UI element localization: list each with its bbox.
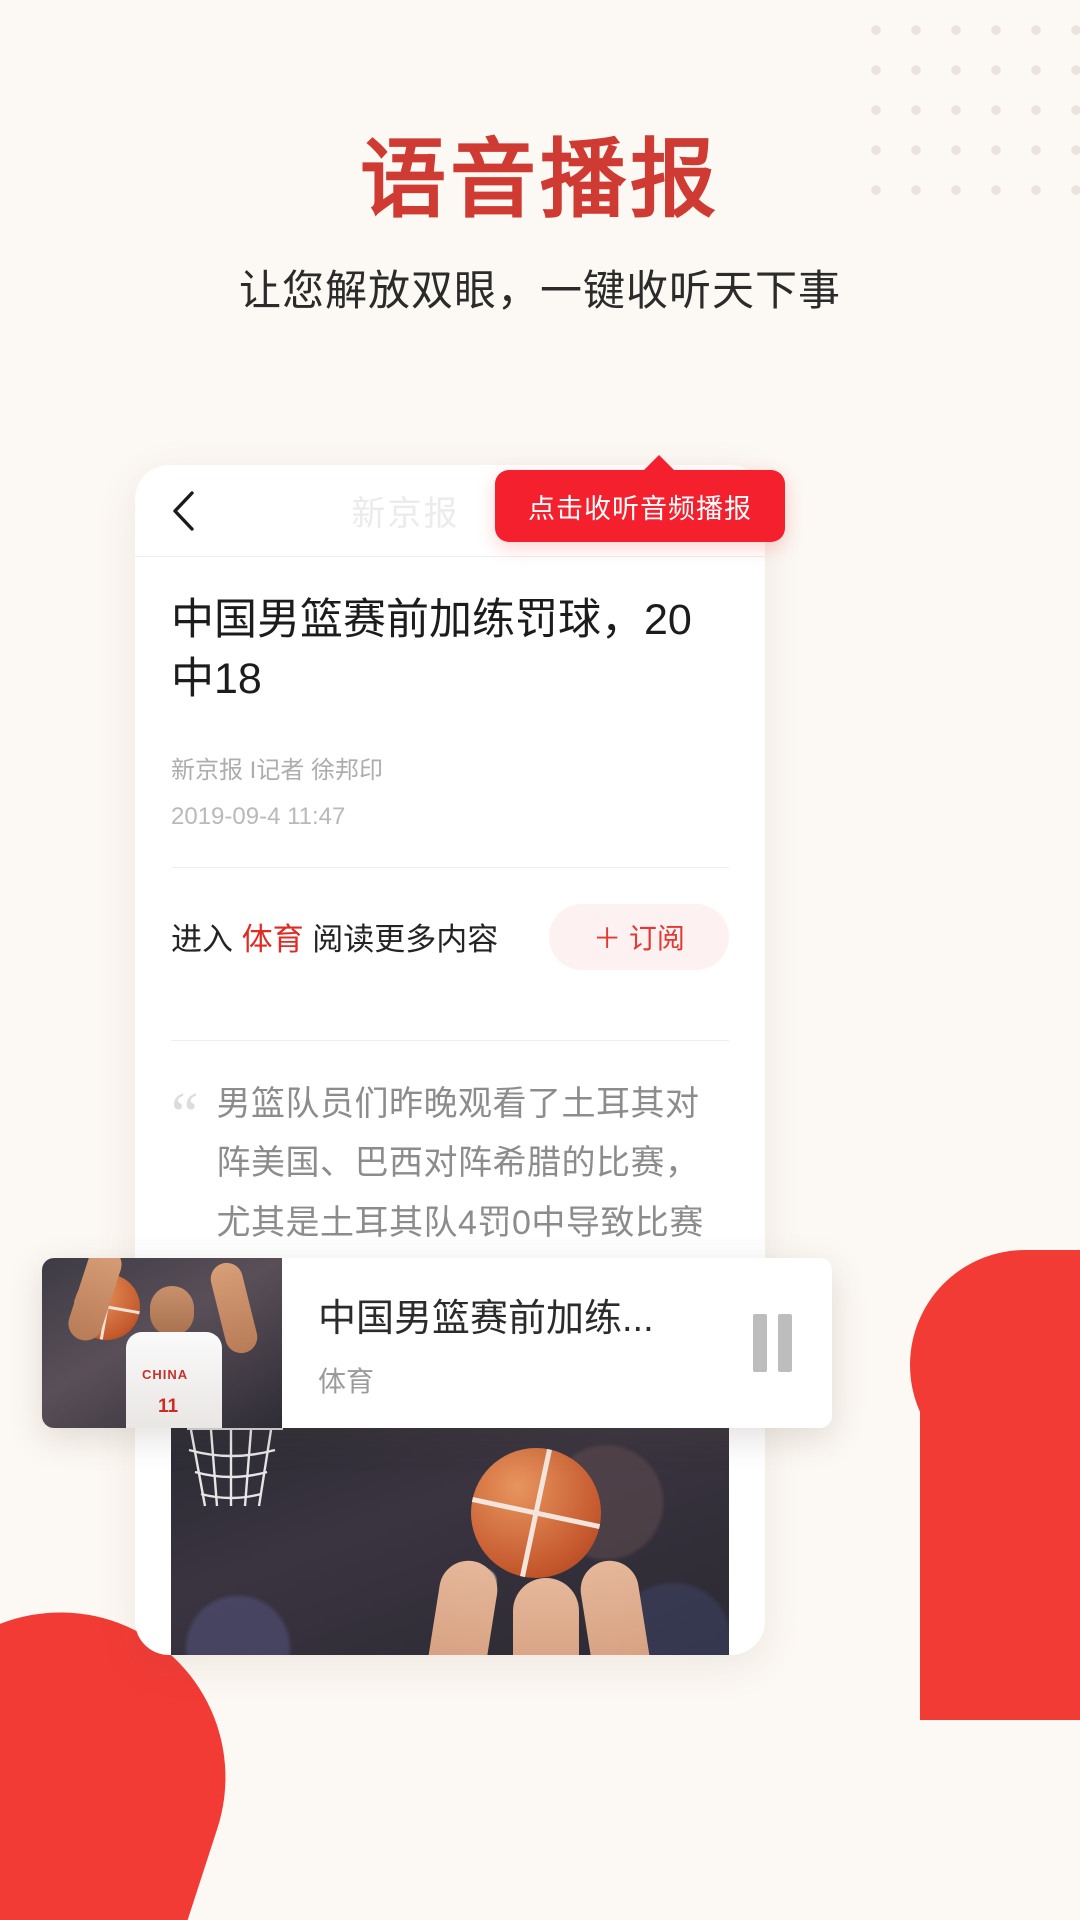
player-track-category: 体育: [318, 1365, 375, 1397]
player-track-title: 中国男篮赛前加练...: [318, 1297, 654, 1340]
pause-icon[interactable]: [753, 1314, 792, 1372]
basketball-hoop-icon: [187, 1425, 283, 1506]
prompt-suffix: 阅读更多内容: [312, 922, 499, 958]
page-subtitle: 让您解放双眼，一键收听天下事: [238, 267, 841, 315]
thumbnail-jersey-text: CHINA: [142, 1367, 189, 1382]
article-date: 2019-09-4 11:47: [171, 802, 346, 830]
thumbnail-head: [150, 1286, 194, 1336]
article-title: 中国男篮赛前加练罚球，20中18: [171, 596, 692, 704]
basketball: [471, 1447, 601, 1578]
player-head-body: [513, 1577, 579, 1655]
subscribe-button[interactable]: ＋ 订阅: [549, 903, 729, 970]
category-link[interactable]: 体育: [242, 922, 304, 957]
article-byline: 新京报 I记者 徐邦印: [171, 756, 384, 784]
audio-tooltip[interactable]: 点击收听音频播报: [495, 455, 785, 542]
player-text-group: 中国男篮赛前加练... 体育: [318, 1287, 753, 1400]
thumbnail-jersey-number: 11: [158, 1396, 179, 1417]
subscribe-row: 进入 体育 阅读更多内容 ＋ 订阅: [171, 868, 729, 1004]
red-blob-right-lower: [920, 1390, 1080, 1720]
player-thumbnail: CHINA 11: [42, 1258, 282, 1428]
audio-player-bar[interactable]: CHINA 11 中国男篮赛前加练... 体育: [42, 1258, 832, 1428]
page-title: 语音播报: [360, 132, 720, 228]
hero-section: 语音播报 让您解放双眼，一键收听天下事: [0, 135, 1080, 318]
category-prompt: 进入 体育 阅读更多内容: [171, 914, 498, 959]
article-photo: [171, 1409, 729, 1655]
promo-screen: 语音播报 让您解放双眼，一键收听天下事 新京报 中国男篮赛前加练罚球，20中18…: [0, 0, 1080, 1920]
article-content: 中国男篮赛前加练罚球，20中18 新京报 I记者 徐邦印 2019-09-4 1…: [135, 557, 765, 1655]
phone-mockup: 新京报 中国男篮赛前加练罚球，20中18 新京报 I记者 徐邦印 2019-09…: [135, 465, 765, 1655]
player-info: 中国男篮赛前加练... 体育: [282, 1258, 832, 1428]
prompt-prefix: 进入: [171, 922, 233, 958]
